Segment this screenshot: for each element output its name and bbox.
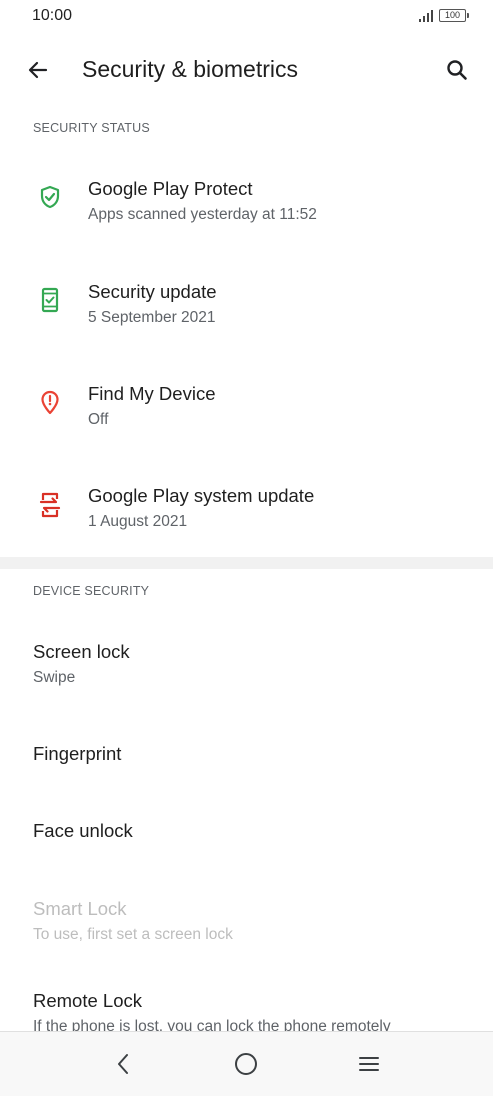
list-item-title: Screen lock <box>33 641 130 662</box>
battery-icon: 100 <box>439 9 469 22</box>
list-item-title: Fingerprint <box>33 743 122 764</box>
status-icons: 100 <box>419 9 469 22</box>
list-item-title: Find My Device <box>88 383 216 404</box>
nav-back-icon[interactable] <box>107 1048 139 1080</box>
system-update-icon <box>36 491 64 519</box>
list-item-google-play-system-update[interactable]: Google Play system update 1 August 2021 <box>0 464 493 557</box>
list-item-fingerprint[interactable]: Fingerprint <box>0 722 493 794</box>
section-header-security-status: SECURITY STATUS <box>33 121 150 135</box>
list-item-google-play-protect[interactable]: Google Play Protect Apps scanned yesterd… <box>0 158 493 258</box>
back-arrow-icon[interactable] <box>22 54 54 86</box>
nav-home-icon[interactable] <box>230 1048 262 1080</box>
list-item-smart-lock: Smart Lock To use, first set a screen lo… <box>0 877 493 967</box>
phone-check-icon <box>36 286 64 314</box>
list-item-find-my-device[interactable]: Find My Device Off <box>0 362 493 462</box>
shield-check-icon <box>36 183 64 211</box>
list-item-title: Security update <box>88 281 217 302</box>
list-item-title: Google Play system update <box>88 485 315 506</box>
list-item-remote-lock[interactable]: Remote Lock If the phone is lost, you ca… <box>0 970 493 1031</box>
list-item-title: Smart Lock <box>33 898 127 919</box>
list-item-subtitle: Off <box>88 411 109 428</box>
status-bar: 10:00 100 <box>0 0 493 34</box>
section-header-device-security: DEVICE SECURITY <box>33 584 150 598</box>
list-item-subtitle: Swipe <box>33 669 76 686</box>
list-item-title: Face unlock <box>33 820 133 841</box>
list-item-subtitle: To use, first set a screen lock <box>33 926 233 943</box>
app-bar: Security & biometrics <box>0 40 493 98</box>
list-item-subtitle: 1 August 2021 <box>88 513 188 530</box>
list-item-security-update[interactable]: Security update 5 September 2021 <box>0 260 493 360</box>
status-time: 10:00 <box>32 7 73 24</box>
section-divider <box>0 557 493 569</box>
list-item-subtitle: 5 September 2021 <box>88 309 216 326</box>
list-item-title: Google Play Protect <box>88 178 253 199</box>
list-item-screen-lock[interactable]: Screen lock Swipe <box>0 620 493 710</box>
navigation-bar <box>0 1031 493 1096</box>
list-item-subtitle: Apps scanned yesterday at 11:52 <box>88 206 317 223</box>
page-title: Security & biometrics <box>82 56 299 82</box>
list-item-face-unlock[interactable]: Face unlock <box>0 800 493 872</box>
list-item-title: Remote Lock <box>33 990 142 1011</box>
signal-icon <box>419 9 433 22</box>
list-item-subtitle: If the phone is lost, you can lock the p… <box>33 1018 391 1031</box>
nav-menu-icon[interactable] <box>353 1048 385 1080</box>
location-alert-icon <box>36 389 64 417</box>
search-icon[interactable] <box>441 54 473 86</box>
